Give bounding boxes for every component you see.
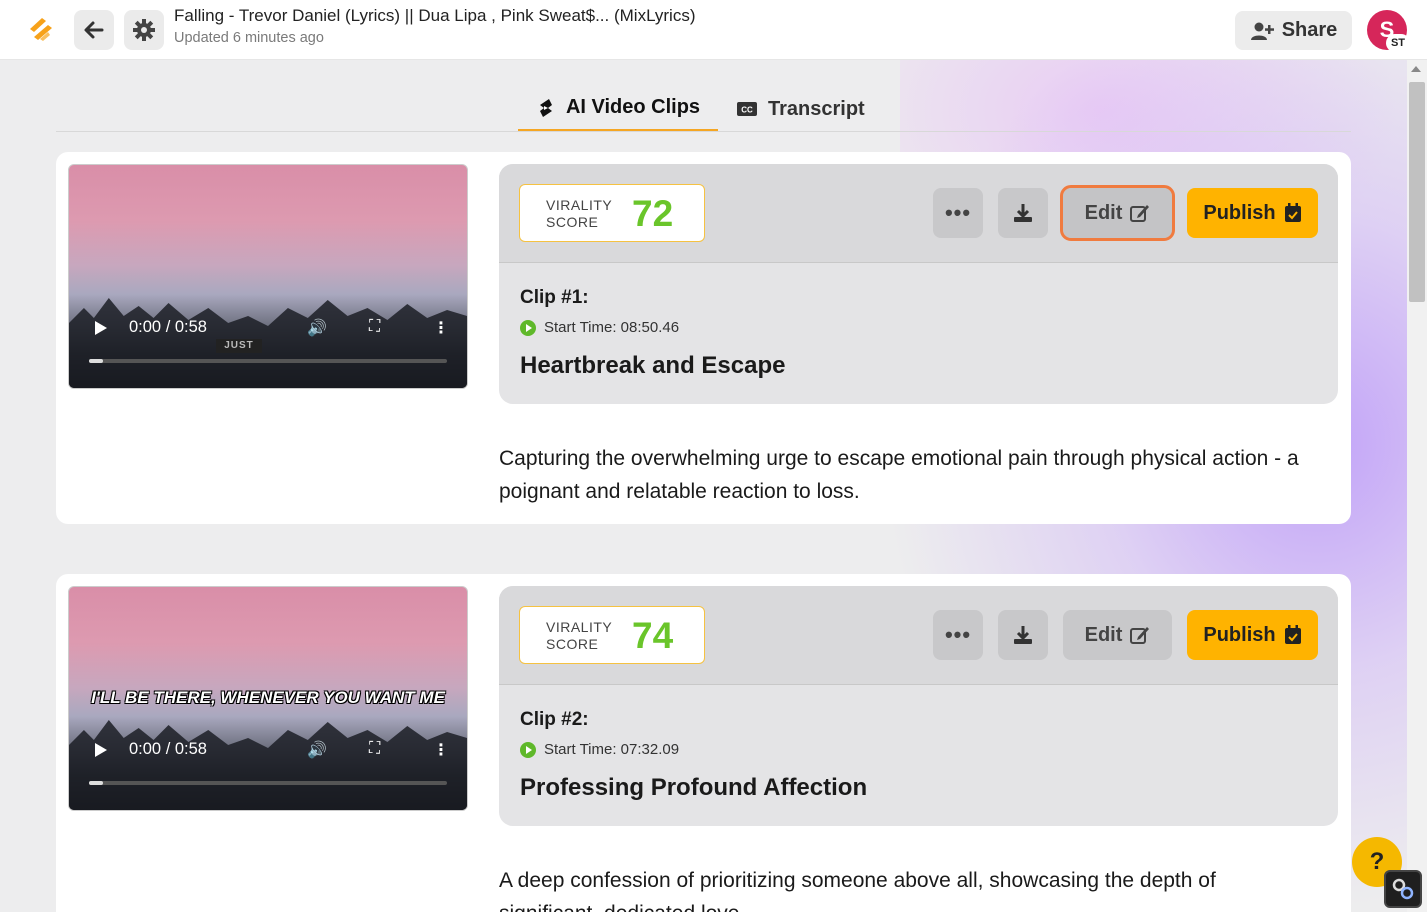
video-time: 0:00 / 0:58 [129, 318, 207, 336]
download-icon [1014, 204, 1032, 222]
play-icon[interactable] [95, 321, 107, 335]
extension-button[interactable] [1384, 870, 1422, 908]
edit-button[interactable]: Edit [1063, 610, 1172, 660]
tabs-divider [56, 131, 1351, 132]
clip-info-panel: VIRALITY SCORE 74 ••• Edit Publish Clip … [499, 586, 1338, 826]
share-label: Share [1281, 19, 1338, 41]
virality-score-label: VIRALITY SCORE [546, 619, 612, 653]
clip-toolbar: VIRALITY SCORE 74 ••• Edit Publish [499, 586, 1338, 685]
ellipsis-icon: ••• [944, 200, 972, 225]
download-icon [1014, 626, 1032, 644]
fullscreen-icon[interactable]: ⛶ [369, 740, 380, 758]
clip-description: Capturing the overwhelming urge to escap… [499, 447, 1299, 503]
score-label-line-1: VIRALITY [546, 197, 613, 213]
publish-label: Publish [1203, 201, 1276, 224]
clip-title: Professing Profound Affection [520, 774, 868, 801]
video-player[interactable]: I'LL BE THERE, WHENEVER YOU WANT ME 0:00… [68, 586, 468, 811]
more-options-button[interactable]: ••• [933, 188, 983, 238]
updated-timestamp: Updated 6 minutes ago [174, 30, 324, 46]
clip-number: Clip #1: [520, 287, 589, 308]
virality-score-value: 72 [632, 193, 674, 234]
arrow-left-icon [84, 21, 104, 39]
volume-icon[interactable]: 🔊 [307, 318, 327, 338]
clips-icon [539, 98, 552, 117]
more-options-icon[interactable]: ⋮ [433, 318, 449, 338]
video-controls: 0:00 / 0:58 🔊 ⛶ ⋮ [69, 735, 467, 765]
clip-description: A deep confession of prioritizing someon… [499, 869, 1216, 912]
start-time: Start Time: 08:50.46 [544, 319, 680, 336]
share-button[interactable]: Share [1235, 11, 1352, 50]
document-title-block: Falling - Trevor Daniel (Lyrics) || Dua … [174, 6, 696, 46]
start-time-row[interactable]: Start Time: 08:50.46 [520, 319, 679, 336]
clip-toolbar: VIRALITY SCORE 72 ••• Edit Publish [499, 164, 1338, 263]
gear-icon [133, 19, 155, 41]
video-progress-fill [89, 781, 103, 785]
video-progress-fill [89, 359, 103, 363]
video-progress-bar[interactable] [89, 359, 447, 363]
score-label-line-1: VIRALITY [546, 619, 613, 635]
ellipsis-icon: ••• [944, 622, 972, 647]
publish-button[interactable]: Publish [1187, 188, 1318, 238]
play-circle-icon [520, 319, 536, 336]
score-label-line-2: SCORE [546, 214, 599, 230]
download-button[interactable] [998, 610, 1048, 660]
edit-icon [1130, 205, 1150, 222]
download-button[interactable] [998, 188, 1048, 238]
clip-number: Clip #2: [520, 709, 589, 730]
calendar-check-icon [1284, 203, 1301, 222]
video-player[interactable]: JUST 0:00 / 0:58 🔊 ⛶ ⋮ [68, 164, 468, 389]
svg-text:CC: CC [741, 106, 753, 115]
video-controls: 0:00 / 0:58 🔊 ⛶ ⋮ [69, 313, 467, 343]
virality-score-box: VIRALITY SCORE 74 [519, 606, 705, 664]
tab-transcript-label: Transcript [768, 97, 865, 120]
fullscreen-icon[interactable]: ⛶ [369, 318, 380, 336]
settings-button[interactable] [124, 10, 164, 50]
more-options-button[interactable]: ••• [933, 610, 983, 660]
edit-button[interactable]: Edit [1060, 185, 1175, 241]
video-time: 0:00 / 0:58 [129, 740, 207, 758]
virality-score-label: VIRALITY SCORE [546, 197, 612, 231]
tab-transcript[interactable]: CC Transcript [736, 86, 876, 132]
avatar-badge: ST [1386, 34, 1410, 52]
clip-card: JUST 0:00 / 0:58 🔊 ⛶ ⋮ VIRALITY SCORE 72… [56, 152, 1351, 524]
scrollbar-thumb[interactable] [1409, 82, 1425, 302]
video-progress-bar[interactable] [89, 781, 447, 785]
tab-ai-video-clips-label: AI Video Clips [565, 96, 701, 118]
more-options-icon[interactable]: ⋮ [433, 740, 449, 760]
app-logo-icon[interactable] [26, 15, 56, 45]
start-time: Start Time: 07:32.09 [544, 741, 680, 758]
score-label-line-2: SCORE [546, 636, 599, 652]
volume-icon[interactable]: 🔊 [307, 740, 327, 760]
play-circle-icon [520, 741, 536, 758]
video-caption: I'LL BE THERE, WHENEVER YOU WANT ME [91, 688, 445, 707]
tab-ai-video-clips[interactable]: AI Video Clips [518, 86, 718, 132]
back-button[interactable] [74, 10, 114, 50]
play-icon[interactable] [95, 743, 107, 757]
clip-card: I'LL BE THERE, WHENEVER YOU WANT ME 0:00… [56, 574, 1351, 912]
virality-score-box: VIRALITY SCORE 72 [519, 184, 705, 242]
virality-score-value: 74 [632, 615, 674, 656]
closed-captions-icon: CC [737, 102, 757, 116]
edit-label: Edit [1084, 201, 1123, 224]
edit-icon [1130, 627, 1150, 644]
edit-label: Edit [1084, 623, 1123, 646]
clip-title: Heartbreak and Escape [520, 352, 786, 379]
calendar-check-icon [1284, 625, 1301, 644]
publish-label: Publish [1203, 623, 1276, 646]
publish-button[interactable]: Publish [1187, 610, 1318, 660]
add-user-icon [1250, 22, 1274, 40]
top-bar: Falling - Trevor Daniel (Lyrics) || Dua … [0, 0, 1427, 60]
start-time-row[interactable]: Start Time: 07:32.09 [520, 741, 679, 758]
clip-info-panel: VIRALITY SCORE 72 ••• Edit Publish Clip … [499, 164, 1338, 404]
link-icon [1392, 878, 1414, 900]
document-title[interactable]: Falling - Trevor Daniel (Lyrics) || Dua … [174, 6, 696, 26]
scroll-up-arrow-icon[interactable] [1411, 66, 1421, 72]
